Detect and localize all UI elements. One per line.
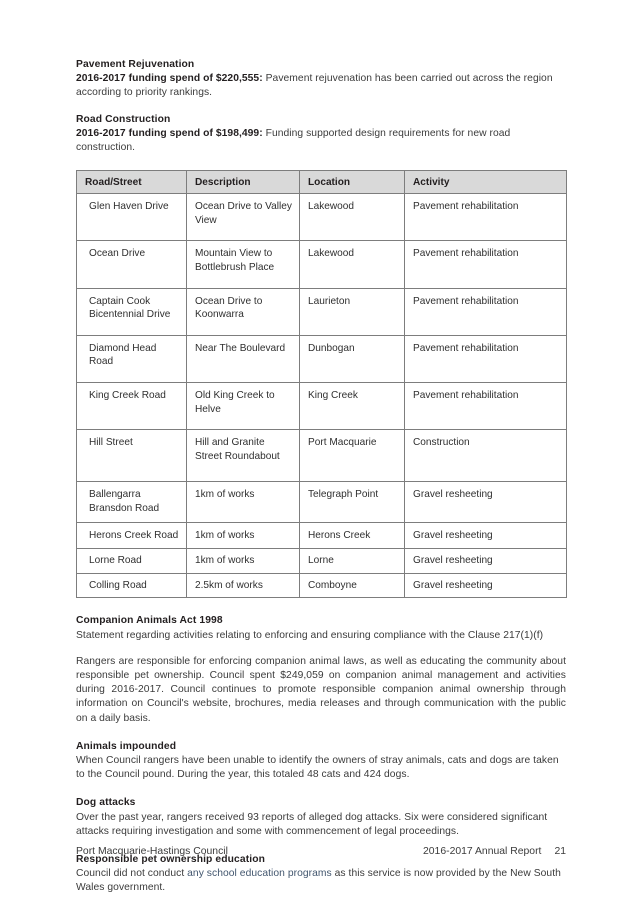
table-row: King Creek Road Old King Creek to Helve … xyxy=(76,381,567,431)
cell-description: Ocean Drive to Valley View xyxy=(186,193,300,242)
table-row: Ocean Drive Mountain View to Bottlebrush… xyxy=(76,240,567,289)
table-row: Colling Road 2.5km of works Comboyne Gra… xyxy=(76,572,567,599)
pavement-rejuvenation-heading: Pavement Rejuvenation xyxy=(76,59,195,70)
table-row: Captain Cook Bicentennial Drive Ocean Dr… xyxy=(76,287,567,336)
table-row: Lorne Road 1km of works Lorne Gravel res… xyxy=(76,548,567,574)
cell-description: 1km of works xyxy=(186,481,300,523)
cell-location: Telegraph Point xyxy=(299,481,405,523)
companion-animals-paragraph: Rangers are responsible for enforcing co… xyxy=(76,655,566,724)
cell-road: Colling Road xyxy=(76,572,187,599)
cell-activity: Gravel resheeting xyxy=(404,548,567,574)
cell-road: Diamond Head Road xyxy=(76,334,187,383)
column-header-location: Location xyxy=(299,170,405,195)
cell-description: Near The Boulevard xyxy=(186,334,300,383)
dog-attacks-heading: Dog attacks xyxy=(76,797,136,809)
footer-page-number: 21 xyxy=(554,846,566,857)
column-header-activity: Activity xyxy=(404,170,567,195)
footer-report-title: 2016-2017 Annual Report xyxy=(423,846,542,857)
animals-impounded-heading: Animals impounded xyxy=(76,740,177,752)
cell-road: King Creek Road xyxy=(76,381,187,431)
cell-description: 1km of works xyxy=(186,521,300,550)
road-works-table: Road/Street Description Location Activit… xyxy=(76,170,567,599)
cell-location: Port Macquarie xyxy=(299,429,405,483)
cell-location: Herons Creek xyxy=(299,521,405,550)
table-row: Herons Creek Road 1km of works Herons Cr… xyxy=(76,521,567,550)
road-construction-paragraph: 2016-2017 funding spend of $198,499: Fun… xyxy=(76,127,566,155)
cell-activity: Gravel resheeting xyxy=(404,572,567,599)
cell-description: 1km of works xyxy=(186,548,300,574)
road-construction-heading: Road Construction xyxy=(76,113,171,125)
cell-road: Hill Street xyxy=(76,429,187,483)
section-companion-animals: Companion Animals Act 1998 Statement reg… xyxy=(76,614,566,725)
cell-activity: Pavement rehabilitation xyxy=(404,287,567,336)
cell-description: Hill and Granite Street Roundabout xyxy=(186,429,300,483)
cell-activity: Construction xyxy=(404,429,567,483)
table-row: Glen Haven Drive Ocean Drive to Valley V… xyxy=(76,193,567,242)
section-dog-attacks: Dog attacks Over the past year, rangers … xyxy=(76,796,566,839)
footer-organisation: Port Macquarie-Hastings Council xyxy=(76,846,228,857)
cell-description: Old King Creek to Helve xyxy=(186,381,300,431)
road-works-table-head: Road/Street Description Location Activit… xyxy=(76,170,567,195)
cell-location: Comboyne xyxy=(299,572,405,599)
companion-animals-heading: Companion Animals Act 1998 xyxy=(76,615,223,627)
table-row: Diamond Head Road Near The Boulevard Dun… xyxy=(76,334,567,383)
pet-education-body-part1: Council did not conduct xyxy=(76,868,188,880)
cell-road: Captain Cook Bicentennial Drive xyxy=(76,287,187,336)
cell-description: Mountain View to Bottlebrush Place xyxy=(186,240,300,289)
section-road-construction: Road Construction 2016-2017 funding spen… xyxy=(76,113,566,156)
table-row: Ballengarra Bransdon Road 1km of works T… xyxy=(76,481,567,523)
cell-activity: Gravel resheeting xyxy=(404,521,567,550)
pet-education-body: Council did not conduct any school educa… xyxy=(76,867,566,895)
cell-road: Ocean Drive xyxy=(76,240,187,289)
cell-road: Glen Haven Drive xyxy=(76,193,187,242)
cell-activity: Pavement rehabilitation xyxy=(404,240,567,289)
cell-activity: Gravel resheeting xyxy=(404,481,567,523)
column-header-description: Description xyxy=(186,170,300,195)
section-pet-education: Responsible pet ownership education Coun… xyxy=(76,853,566,896)
page-content: Pavement Rejuvenation 2016-2017 funding … xyxy=(76,58,567,896)
cell-road: Lorne Road xyxy=(76,548,187,574)
road-construction-lead: 2016-2017 funding spend of $198,499: xyxy=(76,127,263,139)
footer-right-group: 2016-2017 Annual Report 21 xyxy=(423,846,566,857)
cell-road: Herons Creek Road xyxy=(76,521,187,550)
cell-location: Lakewood xyxy=(299,193,405,242)
page-footer: Port Macquarie-Hastings Council 2016-201… xyxy=(76,846,566,857)
road-works-table-body: Glen Haven Drive Ocean Drive to Valley V… xyxy=(76,193,567,599)
document-page: Pavement Rejuvenation 2016-2017 funding … xyxy=(0,0,642,907)
cell-location: Lorne xyxy=(299,548,405,574)
section-animals-impounded: Animals impounded When Council rangers h… xyxy=(76,740,566,783)
cell-description: 2.5km of works xyxy=(186,572,300,599)
cell-activity: Pavement rehabilitation xyxy=(404,193,567,242)
cell-activity: Pavement rehabilitation xyxy=(404,334,567,383)
column-header-road-street: Road/Street xyxy=(76,170,187,195)
cell-location: Laurieton xyxy=(299,287,405,336)
table-row: Hill Street Hill and Granite Street Roun… xyxy=(76,429,567,483)
pavement-rejuvenation-lead: 2016-2017 funding spend of $220,555: xyxy=(76,73,263,85)
companion-animals-statement: Statement regarding activities relating … xyxy=(76,629,544,641)
cell-location: Dunbogan xyxy=(299,334,405,383)
table-header-row: Road/Street Description Location Activit… xyxy=(76,170,567,195)
cell-location: King Creek xyxy=(299,381,405,431)
pavement-rejuvenation-paragraph: 2016-2017 funding spend of $220,555: Pav… xyxy=(76,72,566,100)
animals-impounded-body: When Council rangers have been unable to… xyxy=(76,754,559,781)
section-pavement-rejuvenation: Pavement Rejuvenation 2016-2017 funding … xyxy=(76,58,566,101)
cell-description: Ocean Drive to Koonwarra xyxy=(186,287,300,336)
cell-activity: Pavement rehabilitation xyxy=(404,381,567,431)
cell-road: Ballengarra Bransdon Road xyxy=(76,481,187,523)
cell-location: Lakewood xyxy=(299,240,405,289)
pet-education-body-tinted: any school education programs xyxy=(187,868,332,880)
dog-attacks-body: Over the past year, rangers received 93 … xyxy=(76,811,548,837)
